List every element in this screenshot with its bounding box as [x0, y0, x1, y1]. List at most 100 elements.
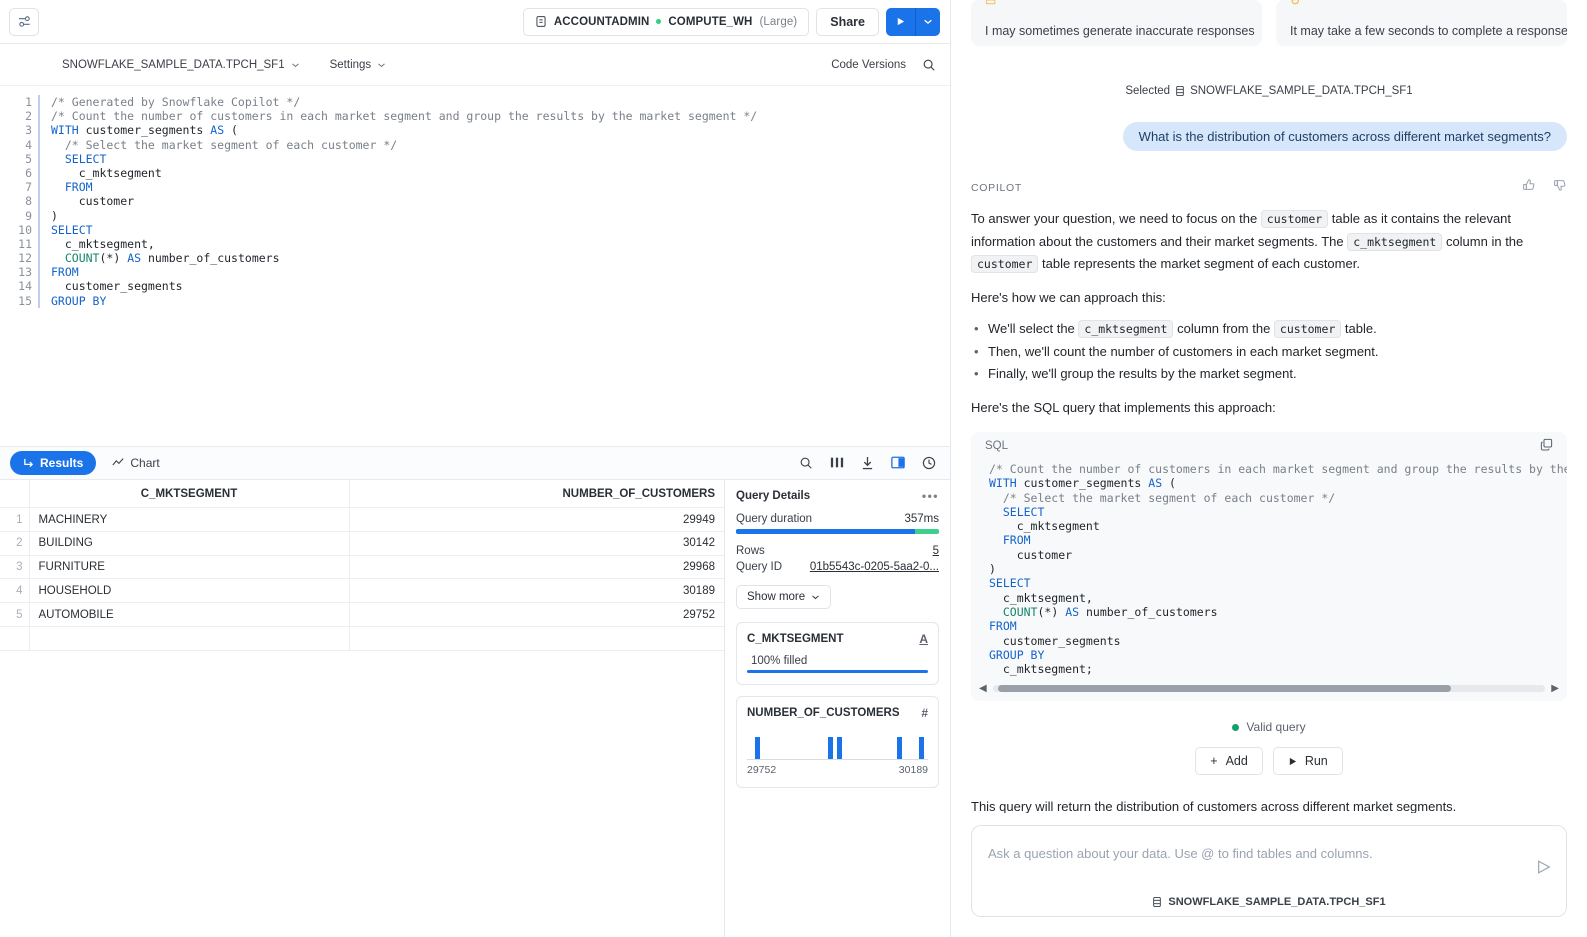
role-warehouse-pill[interactable]: ACCOUNTADMIN COMPUTE_WH (Large) — [522, 7, 810, 36]
copilot-sql-card: SQL /* Count the number of customers in … — [971, 432, 1567, 702]
cell-segment: MACHINERY — [29, 507, 350, 533]
histogram-axis: 29752 30189 — [747, 764, 928, 776]
worksheet-subbar: SNOWFLAKE_SAMPLE_DATA.TPCH_SF1 Settings … — [0, 44, 950, 86]
sql-editor-gutter: 1 2 3 4 5 6 7 8 9 10 11 12 13 14 15 — [0, 95, 38, 308]
line-number: 7 — [25, 180, 32, 195]
scrollbar-track[interactable] — [992, 685, 1546, 693]
sql-editor-lines[interactable]: /* Generated by Snowflake Copilot */ /* … — [38, 95, 757, 308]
run-sql-button[interactable]: Run — [1272, 747, 1343, 776]
line-number: 4 — [25, 137, 32, 152]
search-icon[interactable] — [922, 58, 936, 72]
chevron-down-icon — [924, 19, 932, 25]
copy-icon[interactable] — [1540, 438, 1553, 454]
table-row[interactable]: 1 MACHINERY 29949 — [0, 507, 724, 533]
sql-card-scrollbar[interactable]: ◀ ▶ — [971, 680, 1567, 701]
tab-results[interactable]: Results — [10, 450, 97, 475]
copilot-closing-text: This query will return the distribution … — [971, 799, 1457, 813]
bullet1-text-a: We'll select the — [988, 321, 1079, 336]
row-index: 4 — [0, 578, 30, 604]
row-index: 5 — [0, 602, 30, 627]
query-id-row: Query ID 01b5543c-0205-5aa2-0... — [736, 561, 939, 573]
composer-context-pill[interactable]: SNOWFLAKE_SAMPLE_DATA.TPCH_SF1 — [972, 896, 1566, 908]
sql-card-code[interactable]: /* Count the number of customers in each… — [971, 456, 1567, 680]
stat-header: NUMBER_OF_CUSTOMERS # — [747, 706, 928, 720]
thumbs-up-icon[interactable] — [1522, 178, 1536, 197]
chevron-right-icon[interactable]: ▶ — [1551, 683, 1559, 694]
table-row[interactable]: 4 HOUSEHOLD 30189 — [0, 578, 724, 604]
sql-line: c_mktsegment; — [989, 662, 1093, 677]
results-table: C_MKTSEGMENT NUMBER_OF_CUSTOMERS 1 MACHI… — [0, 479, 724, 651]
sql-editor-code-area[interactable]: 1 2 3 4 5 6 7 8 9 10 11 12 13 14 15 /* G… — [0, 86, 950, 308]
line-number: 5 — [25, 151, 32, 166]
table-row[interactable]: 3 FURNITURE 29968 — [0, 555, 724, 580]
copilot-input[interactable] — [988, 840, 1533, 866]
copilot-composer[interactable]: SNOWFLAKE_SAMPLE_DATA.TPCH_SF1 — [971, 825, 1567, 917]
column-stat-card-customers[interactable]: NUMBER_OF_CUSTOMERS # 29752 30189 — [736, 695, 939, 788]
run-button[interactable] — [886, 7, 916, 36]
lightbulb-icon: ▭ — [985, 0, 997, 8]
columns-icon[interactable] — [830, 456, 844, 469]
add-button[interactable]: + Add — [1195, 747, 1263, 776]
sliders-icon[interactable] — [9, 7, 39, 36]
code-versions-button[interactable]: Code Versions — [831, 59, 906, 71]
history-icon[interactable] — [922, 456, 936, 470]
search-icon[interactable] — [799, 456, 813, 470]
results-grid[interactable]: C_MKTSEGMENT NUMBER_OF_CUSTOMERS 1 MACHI… — [0, 479, 725, 937]
copilot-message-header: COPILOT — [971, 178, 1567, 197]
show-more-button[interactable]: Show more — [736, 584, 832, 609]
selected-database-label: SNOWFLAKE_SAMPLE_DATA.TPCH_SF1 — [1190, 85, 1413, 97]
rows-value[interactable]: 5 — [933, 545, 939, 557]
run-options-button[interactable] — [916, 7, 940, 36]
thumbs-down-icon[interactable] — [1553, 178, 1567, 197]
settings-selector[interactable]: Settings — [330, 59, 387, 71]
row-index-header — [0, 479, 30, 509]
send-icon[interactable] — [1536, 859, 1552, 880]
column-header-segment[interactable]: C_MKTSEGMENT — [29, 479, 350, 509]
sql-card-header: SQL — [971, 432, 1567, 456]
split-panel-icon[interactable] — [891, 456, 905, 469]
column-header-customers[interactable]: NUMBER_OF_CUSTOMERS — [349, 479, 724, 509]
disclaimer-chip-latency-text: It may take a few seconds to complete a … — [1290, 24, 1567, 38]
code-line: GROUP BY — [51, 293, 107, 308]
table-row[interactable]: 5 AUTOMOBILE 29752 — [0, 602, 724, 627]
results-arrow-icon — [24, 459, 34, 468]
database-context-selector[interactable]: SNOWFLAKE_SAMPLE_DATA.TPCH_SF1 — [62, 59, 300, 71]
code-line: ) — [51, 208, 58, 223]
sql-line: ) — [989, 562, 996, 577]
line-number: 13 — [18, 265, 32, 280]
histogram-bar — [755, 736, 761, 759]
chevron-down-icon — [378, 63, 385, 67]
code-line: customer_segments — [51, 279, 183, 294]
code-line: SELECT — [64, 151, 107, 166]
sql-line: customer — [989, 547, 1073, 562]
status-dot — [1232, 723, 1240, 731]
code-line: COUNT(*) AS number_of_customers — [64, 251, 280, 266]
line-number: 2 — [25, 109, 32, 124]
table-row[interactable]: 2 BUILDING 30142 — [0, 531, 724, 556]
ellipsis-icon[interactable]: ••• — [922, 489, 939, 503]
column-stat-card-mktsegment[interactable]: C_MKTSEGMENT A 100% filled — [736, 621, 939, 685]
inline-code-customer: customer — [1260, 210, 1329, 228]
download-icon[interactable] — [861, 456, 874, 470]
line-number: 3 — [25, 123, 32, 138]
query-duration-row: Query duration 357ms — [736, 513, 939, 525]
histogram-bar — [897, 736, 903, 759]
stat-histogram — [747, 730, 928, 760]
line-number: 11 — [18, 236, 32, 251]
share-button[interactable]: Share — [816, 7, 879, 36]
sql-editor[interactable]: 1 2 3 4 5 6 7 8 9 10 11 12 13 14 15 /* G… — [0, 86, 950, 446]
subbar-right-group: Code Versions — [831, 58, 936, 72]
chevron-left-icon[interactable]: ◀ — [979, 683, 987, 694]
code-line: /* Count the number of customers in each… — [51, 109, 758, 124]
valid-query-status: Valid query — [971, 720, 1567, 734]
cell-customers: 29949 — [349, 507, 724, 533]
line-number: 1 — [25, 95, 32, 109]
app-root: ACCOUNTADMIN COMPUTE_WH (Large) Share SN… — [0, 0, 1587, 937]
tab-chart[interactable]: Chart — [102, 451, 169, 475]
scrollbar-thumb[interactable] — [998, 685, 1452, 693]
sql-action-buttons: + Add Run — [971, 747, 1567, 776]
stat-filled-label: 100% filled — [751, 654, 808, 667]
query-id-value[interactable]: 01b5543c-0205-5aa2-0... — [810, 561, 939, 573]
run-button-group — [886, 7, 940, 36]
sql-line: FROM — [1002, 533, 1031, 548]
